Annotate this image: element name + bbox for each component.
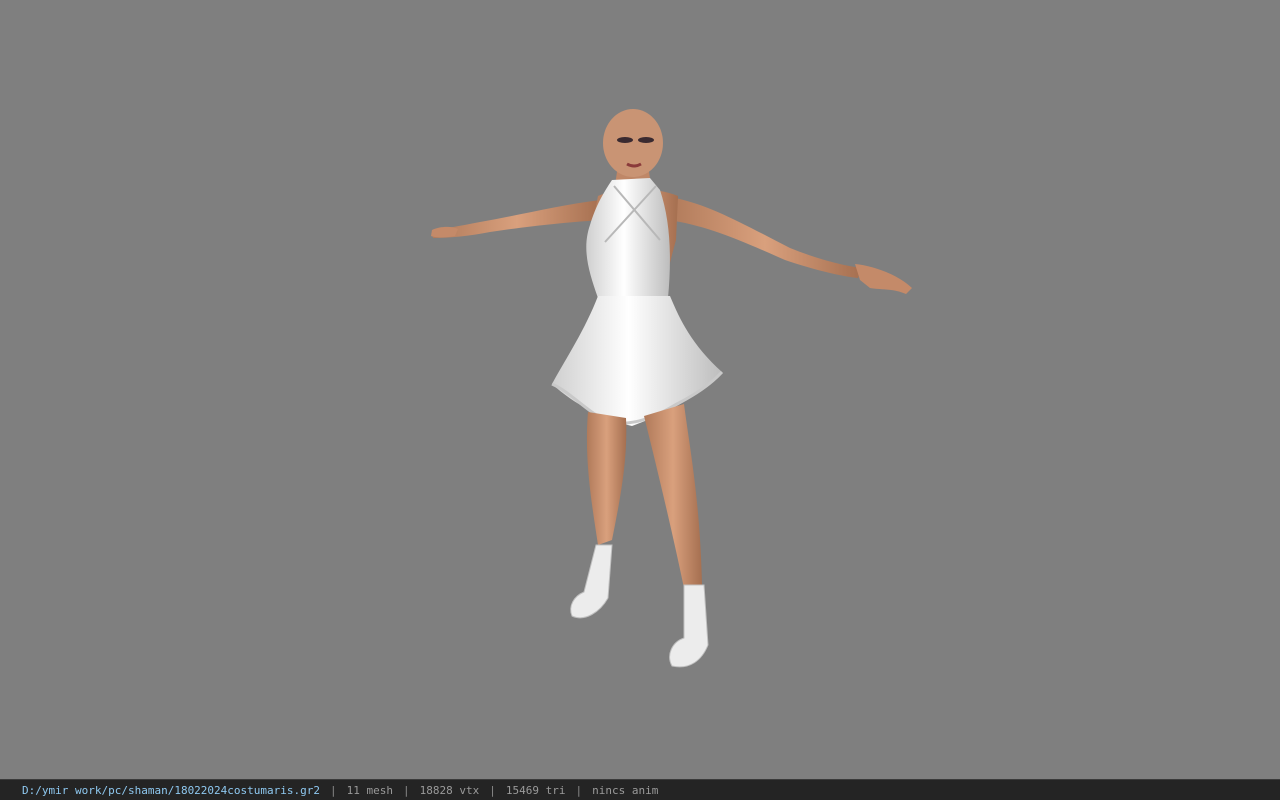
separator: | [489, 783, 496, 797]
right-shoe [669, 584, 709, 668]
status-bar: D:/ymir work/pc/shaman/18022024costumari… [0, 779, 1280, 800]
3d-viewport[interactable] [0, 0, 1280, 779]
left-leg [586, 412, 627, 545]
character-model [431, 109, 912, 668]
left-arm [432, 200, 602, 238]
separator: | [575, 783, 583, 797]
separator: | [330, 783, 337, 797]
anim-status: nincs anim [592, 783, 659, 797]
separator: | [403, 783, 410, 797]
right-leg [644, 404, 702, 588]
file-path: D:/ymir work/pc/shaman/18022024costumari… [22, 783, 321, 797]
vertex-count: 18828 vtx [419, 783, 480, 797]
left-hand [431, 226, 458, 238]
right-hand [855, 264, 912, 294]
right-arm [668, 198, 862, 278]
dress-skirt [552, 296, 722, 426]
triangle-count: 15469 tri [505, 783, 566, 797]
mesh-count: 11 mesh [346, 783, 393, 797]
left-shoe [570, 544, 613, 619]
